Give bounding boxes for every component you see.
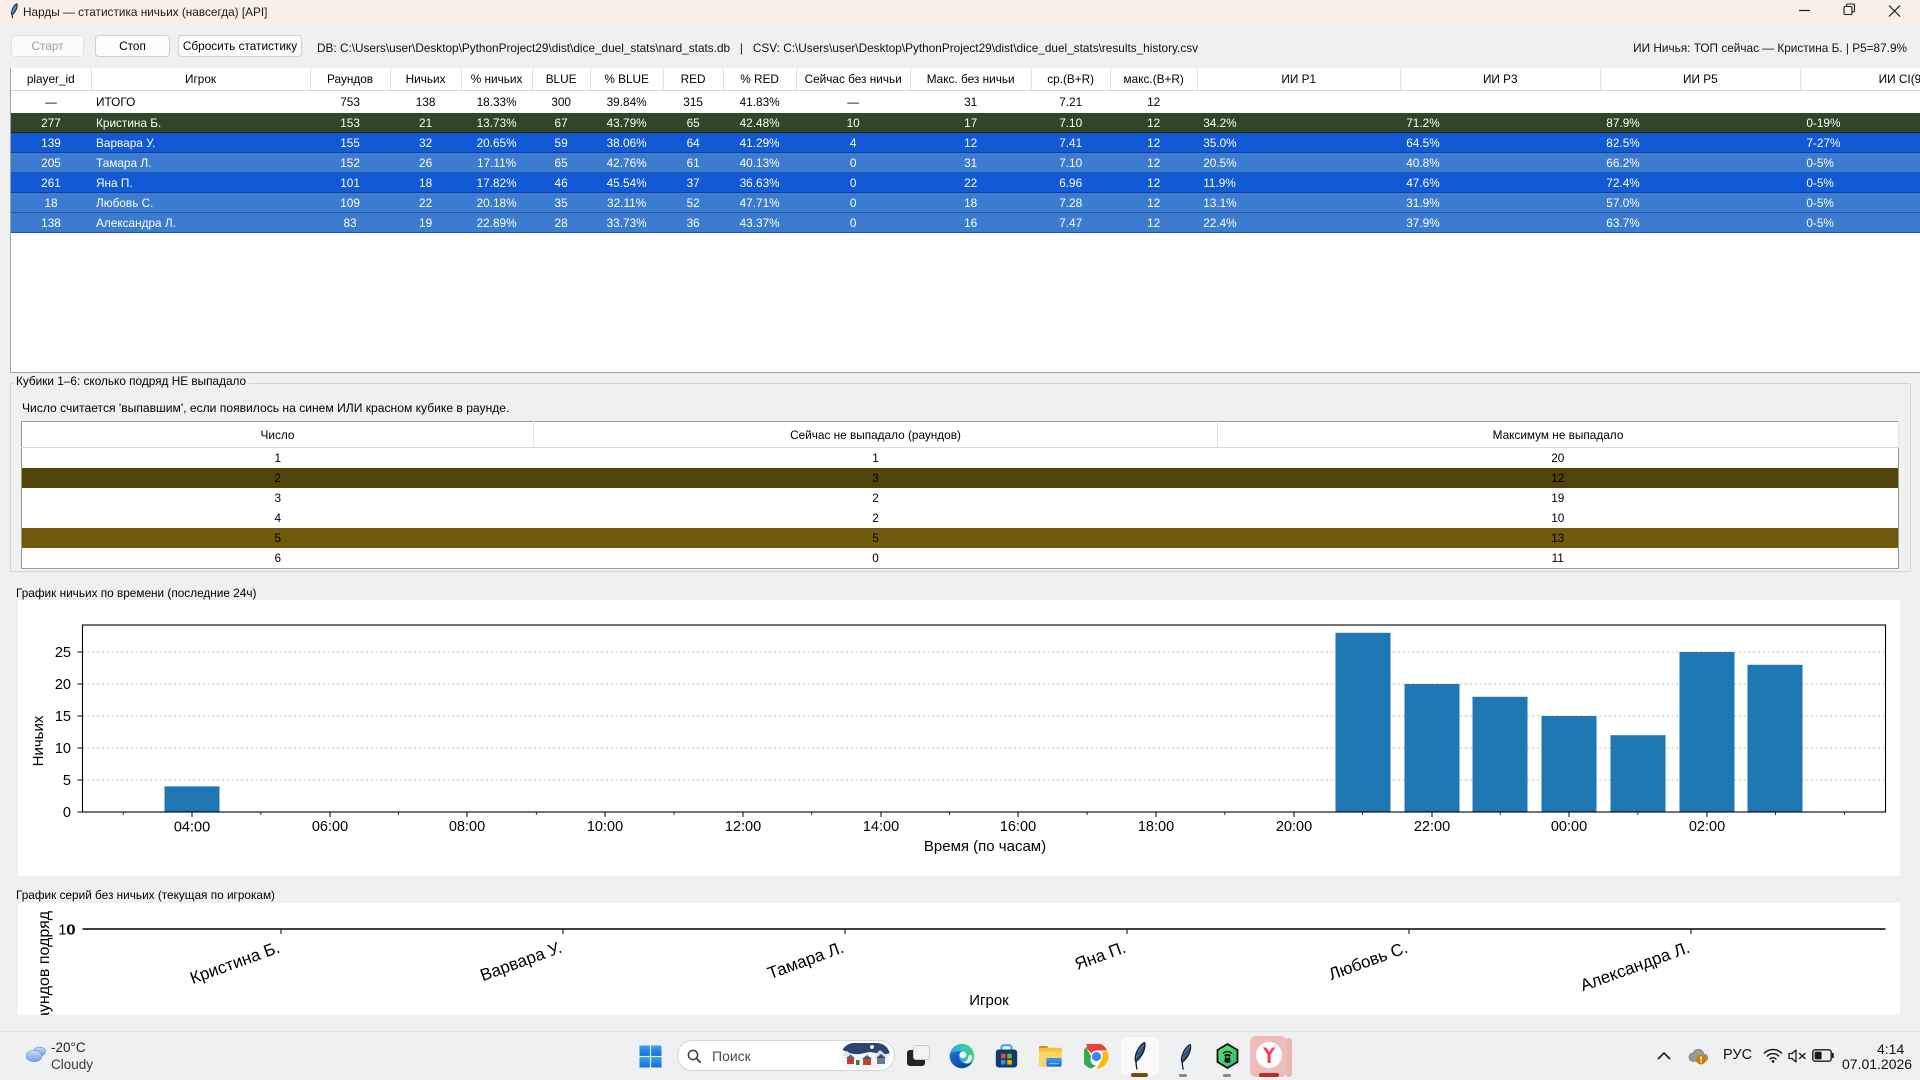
svg-text:16:00: 16:00 [1000, 819, 1036, 835]
svg-text:Игрок: Игрок [969, 992, 1009, 1009]
svg-text:06:00: 06:00 [312, 819, 348, 835]
svg-text:08:00: 08:00 [449, 819, 485, 835]
svg-text:18:00: 18:00 [1138, 819, 1174, 835]
svg-text:10:00: 10:00 [587, 819, 623, 835]
svg-text:15: 15 [55, 709, 71, 725]
svg-text:Кристина Б.: Кристина Б. [187, 938, 282, 988]
svg-text:02:00: 02:00 [1689, 819, 1725, 835]
svg-text:22:00: 22:00 [1414, 819, 1450, 835]
svg-text:20:00: 20:00 [1276, 819, 1312, 835]
svg-text:Александра Л.: Александра Л. [1578, 938, 1693, 995]
svg-text:Время (по часам): Время (по часам) [924, 838, 1046, 855]
svg-text:10: 10 [55, 741, 71, 757]
svg-text:00:00: 00:00 [1551, 819, 1587, 835]
svg-text:Варвара У.: Варвара У. [478, 938, 565, 985]
svg-text:Ничьих: Ничьих [30, 715, 47, 766]
svg-text:20: 20 [55, 677, 71, 693]
svg-text:04:00: 04:00 [174, 820, 210, 836]
svg-text:5: 5 [63, 773, 71, 789]
svg-text:14:00: 14:00 [863, 819, 899, 835]
svg-text:0: 0 [63, 805, 71, 821]
svg-text:Раундов подряд: Раундов подряд [36, 910, 53, 1015]
svg-text:Тамара Л.: Тамара Л. [765, 938, 846, 983]
svg-text:Любовь С.: Любовь С. [1326, 938, 1410, 984]
svg-text:0: 0 [67, 923, 75, 939]
svg-text:12:00: 12:00 [725, 819, 761, 835]
svg-text:Яна П.: Яна П. [1072, 938, 1128, 974]
svg-text:25: 25 [55, 645, 71, 661]
